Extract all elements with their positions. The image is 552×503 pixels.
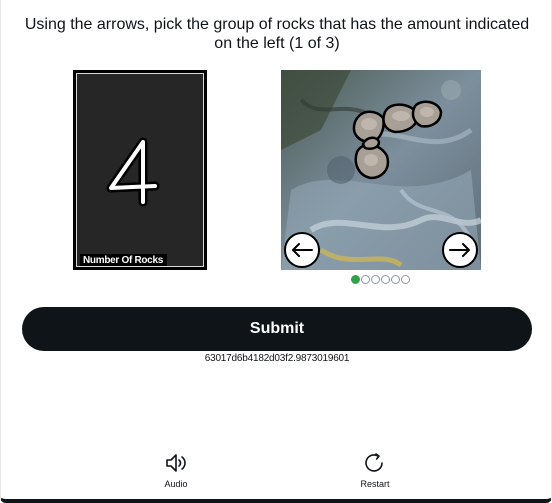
session-id: 63017d6b4182d03f2.9873019601 <box>204 353 350 364</box>
carousel-pagination <box>351 275 410 284</box>
challenge-instructions: Using the arrows, pick the group of rock… <box>24 16 530 52</box>
pagination-dot <box>381 275 390 284</box>
reference-card: Number Of Rocks <box>73 70 207 270</box>
refresh-icon <box>365 453 383 472</box>
arrow-left-icon <box>292 243 313 257</box>
handwritten-digit-image <box>106 137 160 207</box>
audio-label: Audio <box>164 479 188 489</box>
arrow-right-icon <box>449 243 470 257</box>
restart-label: Restart <box>360 479 390 489</box>
audio-button[interactable]: Audio <box>146 452 206 489</box>
pagination-dot <box>391 275 400 284</box>
pagination-dot <box>351 275 360 284</box>
reference-caption: Number Of Rocks <box>80 254 167 266</box>
challenge-frame: Using the arrows, pick the group of rock… <box>0 0 552 503</box>
next-image-button[interactable] <box>442 232 478 268</box>
reference-card-inner: Number Of Rocks <box>76 73 204 267</box>
pagination-dot <box>361 275 370 284</box>
rock-group-image <box>281 70 481 270</box>
speaker-icon <box>166 454 186 472</box>
restart-button[interactable]: Restart <box>345 452 405 489</box>
previous-image-button[interactable] <box>284 232 320 268</box>
pagination-dot <box>401 275 410 284</box>
rock <box>361 136 381 150</box>
pagination-dot <box>371 275 380 284</box>
submit-button[interactable]: Submit <box>22 307 532 351</box>
